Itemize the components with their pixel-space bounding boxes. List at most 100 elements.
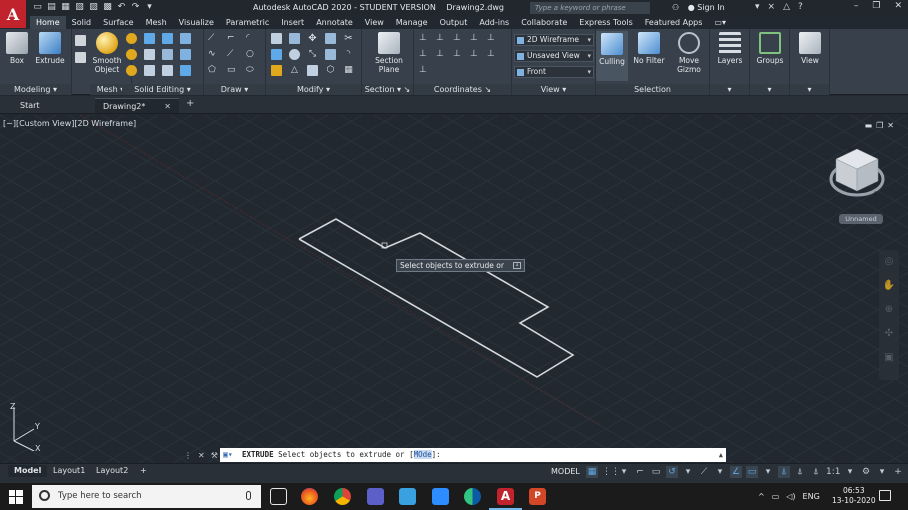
ellipse-icon[interactable]: ⬭ <box>246 65 257 76</box>
ortho-icon[interactable]: ↺ <box>666 466 678 478</box>
new-tab-icon[interactable]: + <box>186 98 194 109</box>
autocad-taskbar-icon[interactable]: A <box>489 488 522 510</box>
command-history-icon[interactable]: ▲ <box>719 448 723 462</box>
redo-icon[interactable]: ↷ <box>130 2 141 13</box>
drawing-viewport[interactable]: [−][Custom View][2D Wireframe] ▬ ❐ ✕ Sel… <box>0 115 908 463</box>
spline-icon[interactable]: ∿ <box>208 49 219 60</box>
mesh-sphere-icon[interactable] <box>126 33 137 44</box>
mesh-refine-icon[interactable] <box>126 65 137 76</box>
qat-dropdown-icon[interactable]: ▾ <box>144 2 155 13</box>
taskbar-search-input[interactable]: Type here to search <box>32 485 261 508</box>
array-icon[interactable]: ▦ <box>343 65 354 76</box>
rectangle-icon[interactable]: ▭ <box>227 65 238 76</box>
tab-surface[interactable]: Surface <box>97 16 139 29</box>
command-option-mode[interactable]: MOde <box>413 450 432 459</box>
panel-label-selection[interactable]: Selection <box>596 84 709 95</box>
rotate-icon[interactable] <box>289 49 300 60</box>
tab-annotate[interactable]: Annotate <box>310 16 359 29</box>
ribbon-minimize-icon[interactable]: ▭▾ <box>708 16 732 29</box>
firefox-icon[interactable] <box>301 488 318 505</box>
panel-label-draw[interactable]: Draw ▾ <box>204 84 265 95</box>
polar-icon[interactable]: ▾ <box>682 466 694 478</box>
annotation-visibility-icon[interactable]: ⍋ <box>778 466 790 478</box>
ucs-named-icon[interactable]: ⊥ <box>419 65 430 76</box>
save-web-icon[interactable]: ▨ <box>88 2 99 13</box>
tab-drawing2[interactable]: Drawing2* ✕ <box>95 98 179 113</box>
customize-icon[interactable]: ⚒ <box>211 451 218 460</box>
no-filter-button[interactable]: No Filter <box>632 32 666 65</box>
close-tab-icon[interactable]: ✕ <box>164 99 171 114</box>
tab-express-tools[interactable]: Express Tools <box>573 16 639 29</box>
undo-icon[interactable]: ↶ <box>116 2 127 13</box>
save-icon[interactable]: ▦ <box>60 2 71 13</box>
view-tools-button[interactable]: View <box>793 32 827 65</box>
grid-icon[interactable]: ▦ <box>586 466 598 478</box>
mirror-icon[interactable] <box>271 33 282 44</box>
taskbar-clock[interactable]: 06:53 13-10-2020 <box>832 486 876 506</box>
mesh-smooth-icon[interactable] <box>126 49 137 60</box>
command-close-icon[interactable]: ✕ <box>198 451 205 460</box>
smooth-object-button[interactable]: Smooth Object <box>90 32 124 74</box>
offset-icon[interactable]: △ <box>289 65 300 76</box>
tray-chevron-icon[interactable]: ^ <box>758 487 765 506</box>
sign-in-button[interactable]: ⚇ ● Sign In <box>672 3 725 12</box>
command-line-grip-icon[interactable]: ⋮ <box>184 451 192 460</box>
tab-mesh[interactable]: Mesh <box>140 16 173 29</box>
fillet-icon[interactable]: ◝ <box>343 49 354 60</box>
viewport-minimize-icon[interactable]: ▬ <box>865 121 873 130</box>
tab-view[interactable]: View <box>359 16 390 29</box>
add-layout-icon[interactable]: + <box>134 465 153 477</box>
tab-add-ins[interactable]: Add-ins <box>473 16 515 29</box>
viewport-restore-icon[interactable]: ❐ <box>876 121 883 130</box>
tab-home[interactable]: Home <box>30 16 66 29</box>
chamfer-icon[interactable] <box>271 65 282 76</box>
polyline-icon[interactable]: ⌐ <box>227 33 238 44</box>
shell-icon[interactable] <box>180 65 191 76</box>
tab-insert[interactable]: Insert <box>275 16 310 29</box>
cart-icon[interactable]: ▾ <box>755 2 760 12</box>
workspace-gear-icon[interactable]: ⚙ <box>860 466 872 478</box>
annotation-monitor-icon[interactable]: + <box>892 466 904 478</box>
section-plane-button[interactable]: Section Plane <box>371 32 407 74</box>
arc-icon[interactable]: ◜ <box>246 33 257 44</box>
ucs-view-icon[interactable]: ⊥ <box>419 49 430 60</box>
snap-dropdown-icon[interactable]: ▾ <box>618 466 630 478</box>
tab-layout2[interactable]: Layout2 <box>90 465 134 477</box>
scale-value[interactable]: 1:1 <box>826 466 840 478</box>
interfere-icon[interactable] <box>144 49 155 60</box>
slice-icon[interactable] <box>162 49 173 60</box>
fillet-edge-icon[interactable] <box>162 65 173 76</box>
auto-scale-icon[interactable]: ⍋ <box>794 466 806 478</box>
powerpoint-icon[interactable]: P <box>529 488 546 505</box>
panel-view-tools-expand[interactable]: ▾ <box>790 84 829 95</box>
annotation-scale-icon[interactable]: ⍋ <box>810 466 822 478</box>
ucs-3point-icon[interactable]: ⊥ <box>470 49 481 60</box>
panel-label-modify[interactable]: Modify ▾ <box>266 84 361 95</box>
transparency-icon[interactable]: ▭ <box>746 466 758 478</box>
ucs-z-axis-icon[interactable]: ⊥ <box>453 49 464 60</box>
panel-label-view[interactable]: View ▾ <box>512 84 595 95</box>
notification-icon[interactable] <box>879 490 891 501</box>
panel-label-modeling[interactable]: Modeling ▾ <box>0 84 71 95</box>
windows-start-icon[interactable] <box>9 490 23 504</box>
polysolid-icon[interactable] <box>75 35 86 46</box>
edge-icon[interactable] <box>464 488 481 505</box>
subtract-icon[interactable] <box>162 33 173 44</box>
move-icon[interactable]: ✥ <box>307 33 318 44</box>
task-view-icon[interactable] <box>270 488 287 505</box>
tab-model[interactable]: Model <box>8 465 48 477</box>
tab-output[interactable]: Output <box>434 16 474 29</box>
microphone-icon[interactable] <box>246 491 251 500</box>
culling-button[interactable]: Culling <box>596 31 628 81</box>
3d-array-icon[interactable] <box>289 33 300 44</box>
box-button[interactable]: Box <box>0 32 34 65</box>
circle-icon[interactable]: ○ <box>246 49 257 60</box>
isodraft-icon[interactable]: ⟋ <box>698 466 710 478</box>
line-icon[interactable]: ⟋ <box>208 33 219 44</box>
store-icon[interactable] <box>399 488 416 505</box>
help-icon[interactable]: ? <box>798 2 803 12</box>
ucs-world-icon[interactable]: ⊥ <box>436 33 447 44</box>
zoom-app-icon[interactable] <box>432 488 449 505</box>
explode-icon[interactable]: ⬡ <box>325 65 336 76</box>
zoom-icon[interactable]: ⊕ <box>879 304 899 322</box>
